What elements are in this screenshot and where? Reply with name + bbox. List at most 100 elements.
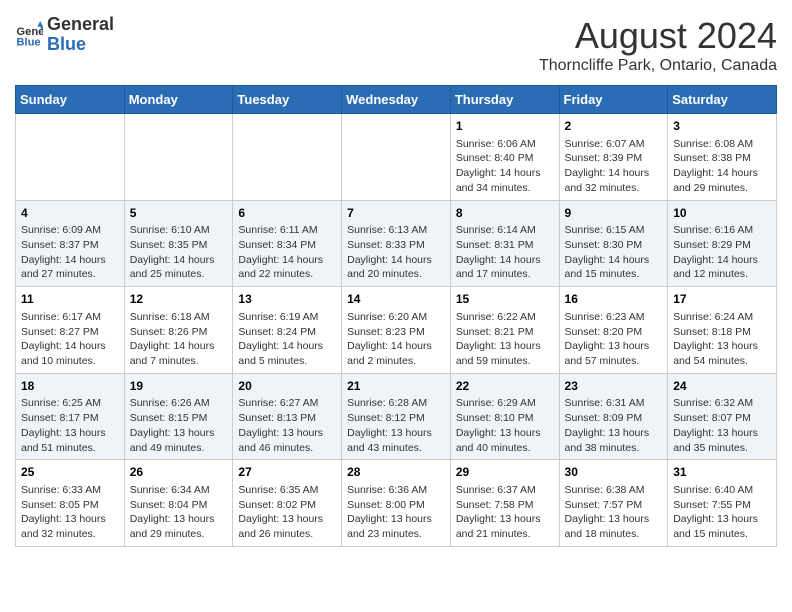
calendar-week-row: 18Sunrise: 6:25 AM Sunset: 8:17 PM Dayli… — [16, 373, 777, 460]
day-number: 14 — [347, 291, 445, 308]
calendar-cell: 12Sunrise: 6:18 AM Sunset: 8:26 PM Dayli… — [124, 287, 233, 374]
calendar-cell: 26 Sunrise: 6:34 AM Sunset: 8:04 PM Dayli… — [124, 460, 233, 547]
day-number: 29 — [456, 464, 554, 481]
day-info: Sunrise: 6:40 AM Sunset: 7:55 PM Dayligh… — [673, 483, 771, 542]
calendar-cell: 19Sunrise: 6:26 AM Sunset: 8:15 PM Dayli… — [124, 373, 233, 460]
calendar-cell: 14 Sunrise: 6:20 AM Sunset: 8:23 PM Dayli… — [342, 287, 451, 374]
calendar-cell: 1Sunrise: 6:06 AM Sunset: 8:40 PM Daylig… — [450, 114, 559, 201]
day-info: Sunrise: 6:28 AM Sunset: 8:12 PM Dayligh… — [347, 396, 445, 455]
logo: General Blue General Blue — [15, 15, 114, 55]
day-number: 25 — [21, 464, 119, 481]
day-info: Sunrise: 6:14 AM Sunset: 8:31 PM Dayligh… — [456, 223, 554, 282]
day-info: Sunrise: 6:17 AM Sunset: 8:27 PM Dayligh… — [21, 310, 119, 369]
day-number: 6 — [238, 205, 336, 222]
calendar-week-row: 25 Sunrise: 6:33 AM Sunset: 8:05 PM Dayli… — [16, 460, 777, 547]
day-number: 16 — [565, 291, 663, 308]
calendar-cell: 21Sunrise: 6:28 AM Sunset: 8:12 PM Dayli… — [342, 373, 451, 460]
day-number: 4 — [21, 205, 119, 222]
calendar-cell: 31Sunrise: 6:40 AM Sunset: 7:55 PM Dayli… — [668, 460, 777, 547]
calendar-cell: 2 Sunrise: 6:07 AM Sunset: 8:39 PM Daylig… — [559, 114, 668, 201]
day-number: 17 — [673, 291, 771, 308]
calendar-cell: 6Sunrise: 6:11 AM Sunset: 8:34 PM Daylig… — [233, 200, 342, 287]
day-info: Sunrise: 6:31 AM Sunset: 8:09 PM Dayligh… — [565, 396, 663, 455]
calendar-cell: 13Sunrise: 6:19 AM Sunset: 8:24 PM Dayli… — [233, 287, 342, 374]
day-of-week-header: Friday — [559, 86, 668, 114]
day-info: Sunrise: 6:07 AM Sunset: 8:39 PM Dayligh… — [565, 137, 663, 196]
day-of-week-header: Saturday — [668, 86, 777, 114]
day-info: Sunrise: 6:06 AM Sunset: 8:40 PM Dayligh… — [456, 137, 554, 196]
calendar-cell: 24Sunrise: 6:32 AM Sunset: 8:07 PM Dayli… — [668, 373, 777, 460]
day-number: 12 — [130, 291, 228, 308]
calendar-table: SundayMondayTuesdayWednesdayThursdayFrid… — [15, 85, 777, 547]
calendar-cell: 23Sunrise: 6:31 AM Sunset: 8:09 PM Dayli… — [559, 373, 668, 460]
day-info: Sunrise: 6:38 AM Sunset: 7:57 PM Dayligh… — [565, 483, 663, 542]
day-number: 7 — [347, 205, 445, 222]
title-area: August 2024 Thorncliffe Park, Ontario, C… — [539, 15, 777, 75]
day-number: 19 — [130, 378, 228, 395]
day-number: 11 — [21, 291, 119, 308]
day-number: 26 — [130, 464, 228, 481]
day-number: 13 — [238, 291, 336, 308]
calendar-cell: 18Sunrise: 6:25 AM Sunset: 8:17 PM Dayli… — [16, 373, 125, 460]
day-number: 24 — [673, 378, 771, 395]
calendar-cell: 11 Sunrise: 6:17 AM Sunset: 8:27 PM Dayli… — [16, 287, 125, 374]
day-number: 18 — [21, 378, 119, 395]
calendar-cell — [342, 114, 451, 201]
calendar-cell — [233, 114, 342, 201]
calendar-cell: 28 Sunrise: 6:36 AM Sunset: 8:00 PM Dayli… — [342, 460, 451, 547]
day-number: 2 — [565, 118, 663, 135]
day-number: 5 — [130, 205, 228, 222]
calendar-cell: 8Sunrise: 6:14 AM Sunset: 8:31 PM Daylig… — [450, 200, 559, 287]
day-number: 27 — [238, 464, 336, 481]
location-title: Thorncliffe Park, Ontario, Canada — [539, 57, 777, 75]
calendar-cell: 7Sunrise: 6:13 AM Sunset: 8:33 PM Daylig… — [342, 200, 451, 287]
day-info: Sunrise: 6:13 AM Sunset: 8:33 PM Dayligh… — [347, 223, 445, 282]
day-of-week-header: Sunday — [16, 86, 125, 114]
calendar-cell: 22Sunrise: 6:29 AM Sunset: 8:10 PM Dayli… — [450, 373, 559, 460]
day-info: Sunrise: 6:16 AM Sunset: 8:29 PM Dayligh… — [673, 223, 771, 282]
svg-text:Blue: Blue — [16, 36, 40, 48]
day-info: Sunrise: 6:09 AM Sunset: 8:37 PM Dayligh… — [21, 223, 119, 282]
calendar-cell — [16, 114, 125, 201]
day-info: Sunrise: 6:08 AM Sunset: 8:38 PM Dayligh… — [673, 137, 771, 196]
day-info: Sunrise: 6:37 AM Sunset: 7:58 PM Dayligh… — [456, 483, 554, 542]
day-of-week-header: Wednesday — [342, 86, 451, 114]
calendar-cell — [124, 114, 233, 201]
day-of-week-header: Thursday — [450, 86, 559, 114]
day-number: 22 — [456, 378, 554, 395]
day-number: 10 — [673, 205, 771, 222]
calendar-cell: 16 Sunrise: 6:23 AM Sunset: 8:20 PM Dayli… — [559, 287, 668, 374]
day-info: Sunrise: 6:11 AM Sunset: 8:34 PM Dayligh… — [238, 223, 336, 282]
day-info: Sunrise: 6:20 AM Sunset: 8:23 PM Dayligh… — [347, 310, 445, 369]
calendar-cell: 4Sunrise: 6:09 AM Sunset: 8:37 PM Daylig… — [16, 200, 125, 287]
day-number: 8 — [456, 205, 554, 222]
calendar-cell: 9Sunrise: 6:15 AM Sunset: 8:30 PM Daylig… — [559, 200, 668, 287]
day-info: Sunrise: 6:29 AM Sunset: 8:10 PM Dayligh… — [456, 396, 554, 455]
calendar-cell: 25 Sunrise: 6:33 AM Sunset: 8:05 PM Dayli… — [16, 460, 125, 547]
logo-icon: General Blue — [15, 21, 43, 49]
day-number: 28 — [347, 464, 445, 481]
day-info: Sunrise: 6:33 AM Sunset: 8:05 PM Dayligh… — [21, 483, 119, 542]
calendar-cell: 10Sunrise: 6:16 AM Sunset: 8:29 PM Dayli… — [668, 200, 777, 287]
day-info: Sunrise: 6:34 AM Sunset: 8:04 PM Dayligh… — [130, 483, 228, 542]
day-info: Sunrise: 6:35 AM Sunset: 8:02 PM Dayligh… — [238, 483, 336, 542]
calendar-cell: 30 Sunrise: 6:38 AM Sunset: 7:57 PM Dayli… — [559, 460, 668, 547]
day-number: 3 — [673, 118, 771, 135]
day-number: 9 — [565, 205, 663, 222]
day-info: Sunrise: 6:36 AM Sunset: 8:00 PM Dayligh… — [347, 483, 445, 542]
day-number: 21 — [347, 378, 445, 395]
day-number: 15 — [456, 291, 554, 308]
calendar-week-row: 4Sunrise: 6:09 AM Sunset: 8:37 PM Daylig… — [16, 200, 777, 287]
calendar-cell: 3 Sunrise: 6:08 AM Sunset: 8:38 PM Daylig… — [668, 114, 777, 201]
day-info: Sunrise: 6:22 AM Sunset: 8:21 PM Dayligh… — [456, 310, 554, 369]
calendar-header-row: SundayMondayTuesdayWednesdayThursdayFrid… — [16, 86, 777, 114]
calendar-week-row: 11 Sunrise: 6:17 AM Sunset: 8:27 PM Dayli… — [16, 287, 777, 374]
day-info: Sunrise: 6:15 AM Sunset: 8:30 PM Dayligh… — [565, 223, 663, 282]
day-number: 30 — [565, 464, 663, 481]
day-info: Sunrise: 6:27 AM Sunset: 8:13 PM Dayligh… — [238, 396, 336, 455]
day-number: 23 — [565, 378, 663, 395]
calendar-cell: 17Sunrise: 6:24 AM Sunset: 8:18 PM Dayli… — [668, 287, 777, 374]
day-info: Sunrise: 6:23 AM Sunset: 8:20 PM Dayligh… — [565, 310, 663, 369]
calendar-cell: 15 Sunrise: 6:22 AM Sunset: 8:21 PM Dayli… — [450, 287, 559, 374]
month-title: August 2024 — [539, 15, 777, 57]
